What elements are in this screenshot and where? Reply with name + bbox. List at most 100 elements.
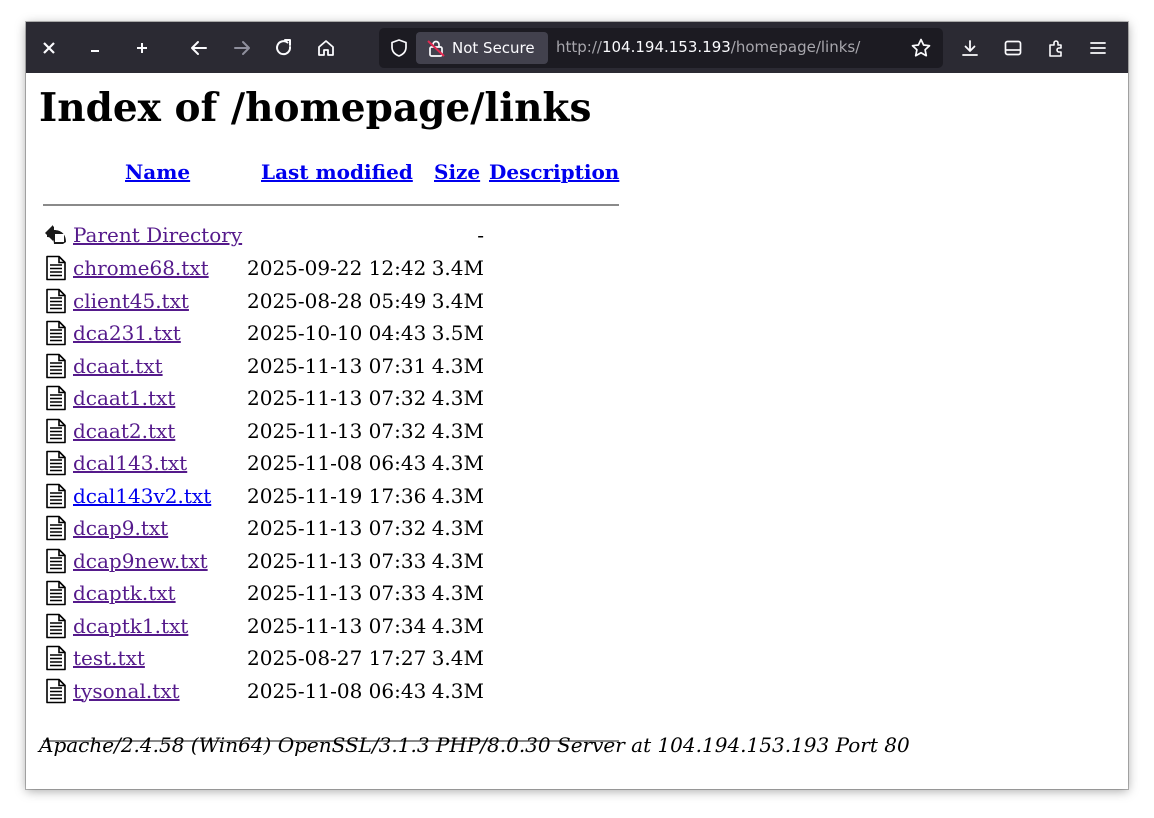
file-row: dcap9.txt 2025-11-13 07:32 4.3M (26, 513, 726, 543)
file-link[interactable]: dcaat1.txt (73, 383, 175, 413)
file-row: dcaat1.txt 2025-11-13 07:32 4.3M (26, 383, 726, 413)
server-signature: Apache/2.4.58 (Win64) OpenSSL/3.1.3 PHP/… (39, 733, 910, 757)
file-size: 3.5M (431, 321, 484, 345)
text-file-icon (46, 385, 66, 411)
parent-directory-row: Parent Directory - (26, 220, 726, 250)
file-size: 3.4M (431, 646, 484, 670)
url-scheme: http:// (556, 38, 602, 56)
url-host: 104.194.153.193 (601, 38, 731, 56)
text-file-icon (46, 288, 66, 313)
not-secure-label: Not Secure (452, 39, 535, 57)
text-file-icon (46, 353, 66, 378)
minimize-icon[interactable] (80, 33, 110, 63)
url-path: /homepage/links/ (730, 38, 861, 56)
file-size: 4.3M (431, 353, 484, 378)
page-content: Index of /homepage/links Name Last modif… (26, 73, 1128, 789)
file-last-modified: 2025-10-10 04:43 (247, 321, 427, 345)
column-header-last-modified[interactable]: Last modified (261, 160, 413, 184)
text-file-icon (46, 483, 66, 508)
maximize-icon[interactable] (127, 33, 157, 63)
reload-icon[interactable] (269, 33, 299, 63)
header-divider (43, 204, 619, 206)
file-link[interactable]: dcaptk.txt (73, 578, 176, 608)
text-file-icon (46, 645, 66, 671)
text-file-icon (46, 418, 66, 443)
file-last-modified: 2025-11-13 07:32 (247, 386, 427, 410)
extensions-icon[interactable] (1041, 33, 1071, 63)
back-folder-icon (45, 225, 66, 244)
file-last-modified: 2025-09-22 12:42 (247, 256, 427, 280)
forward-icon[interactable] (227, 33, 257, 63)
file-link[interactable]: dcal143v2.txt (73, 481, 211, 511)
url-bar[interactable]: Not Secure http://104.194.153.193/homepa… (379, 28, 943, 68)
bookmark-star-icon[interactable] (909, 36, 933, 60)
file-link[interactable]: chrome68.txt (73, 253, 209, 283)
file-last-modified: 2025-11-08 06:43 (247, 451, 427, 475)
file-last-modified: 2025-11-13 07:32 (247, 516, 427, 540)
file-row: dcap9new.txt 2025-11-13 07:33 4.3M (26, 546, 726, 576)
file-link[interactable]: dcap9new.txt (73, 546, 208, 576)
text-file-icon (46, 678, 66, 703)
file-last-modified: 2025-08-28 05:49 (247, 288, 427, 313)
file-size: 4.3M (431, 386, 484, 410)
file-size: 3.4M (431, 288, 484, 313)
back-icon[interactable] (184, 33, 214, 63)
file-row: chrome68.txt 2025-09-22 12:42 3.4M (26, 253, 726, 283)
text-file-icon (46, 548, 66, 573)
file-row: dcaat2.txt 2025-11-13 07:32 4.3M (26, 416, 726, 446)
file-row: dca231.txt 2025-10-10 04:43 3.5M (26, 318, 726, 348)
file-link[interactable]: dcap9.txt (73, 513, 168, 543)
text-file-icon (46, 320, 66, 346)
parent-size: - (477, 223, 484, 247)
page-title: Index of /homepage/links (39, 85, 592, 131)
url-text[interactable]: http://104.194.153.193/homepage/links/ (556, 38, 860, 56)
file-link[interactable]: dca231.txt (73, 318, 181, 348)
column-header-size[interactable]: Size (434, 160, 480, 184)
browser-toolbar: Not Secure http://104.194.153.193/homepa… (26, 22, 1128, 73)
file-link[interactable]: client45.txt (73, 286, 189, 316)
file-size: 4.3M (431, 451, 484, 475)
reader-view-icon[interactable] (998, 33, 1028, 63)
file-row: test.txt 2025-08-27 17:27 3.4M (26, 643, 726, 673)
file-size: 4.3M (431, 678, 484, 703)
download-icon[interactable] (955, 33, 985, 63)
file-last-modified: 2025-11-13 07:33 (247, 548, 427, 573)
file-size: 4.3M (431, 483, 484, 508)
insecure-lock-icon (427, 40, 445, 57)
menu-icon[interactable] (1083, 33, 1113, 63)
file-last-modified: 2025-11-08 06:43 (247, 678, 427, 703)
text-file-icon (46, 450, 66, 476)
file-link[interactable]: dcaptk1.txt (73, 611, 188, 641)
file-row: client45.txt 2025-08-28 05:49 3.4M (26, 286, 726, 316)
file-last-modified: 2025-08-27 17:27 (247, 646, 427, 670)
file-row: tysonal.txt 2025-11-08 06:43 4.3M (26, 676, 726, 706)
file-row: dcaat.txt 2025-11-13 07:31 4.3M (26, 351, 726, 381)
column-header-name[interactable]: Name (125, 160, 190, 184)
file-link[interactable]: dcaat.txt (73, 351, 163, 381)
column-header-description[interactable]: Description (489, 160, 619, 184)
close-icon[interactable] (34, 33, 64, 63)
file-row: dcal143v2.txt 2025-11-19 17:36 4.3M (26, 481, 726, 511)
text-file-icon (46, 580, 66, 606)
file-link[interactable]: tysonal.txt (73, 676, 180, 706)
file-size: 4.3M (431, 613, 484, 638)
file-last-modified: 2025-11-13 07:34 (247, 613, 427, 638)
file-size: 4.3M (431, 516, 484, 540)
file-row: dcaptk1.txt 2025-11-13 07:34 4.3M (26, 611, 726, 641)
site-security-button[interactable]: Not Secure (416, 32, 548, 64)
text-file-icon (46, 515, 66, 541)
parent-directory-link[interactable]: Parent Directory (73, 220, 242, 250)
browser-window: Not Secure http://104.194.153.193/homepa… (26, 22, 1128, 789)
shield-icon[interactable] (387, 36, 411, 60)
file-last-modified: 2025-11-13 07:31 (247, 353, 427, 378)
file-size: 4.3M (431, 548, 484, 573)
file-link[interactable]: dcal143.txt (73, 448, 187, 478)
file-row: dcaptk.txt 2025-11-13 07:33 4.3M (26, 578, 726, 608)
file-link[interactable]: test.txt (73, 643, 145, 673)
home-icon[interactable] (311, 33, 341, 63)
file-size: 4.3M (431, 581, 484, 605)
text-file-icon (46, 255, 66, 281)
file-link[interactable]: dcaat2.txt (73, 416, 175, 446)
file-row: dcal143.txt 2025-11-08 06:43 4.3M (26, 448, 726, 478)
text-file-icon (46, 613, 66, 638)
